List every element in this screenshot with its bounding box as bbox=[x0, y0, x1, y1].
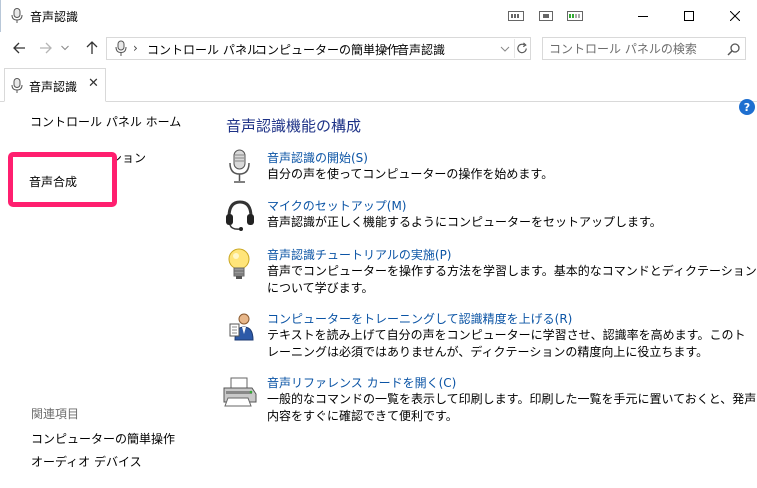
arrow-up-icon bbox=[86, 41, 98, 54]
search-icon[interactable] bbox=[727, 42, 741, 56]
search-box[interactable] bbox=[542, 37, 746, 60]
related-header: 関連項目 bbox=[31, 407, 80, 421]
highlight-box: 音声合成 bbox=[8, 152, 117, 207]
title-bar: 音声認識 bbox=[0, 0, 757, 32]
refresh-icon[interactable] bbox=[514, 39, 530, 58]
maximize-button[interactable] bbox=[666, 0, 712, 32]
speech-tutorial-link[interactable]: 音声認識チュートリアルの実施(P) bbox=[267, 246, 451, 263]
back-button[interactable] bbox=[9, 38, 29, 58]
page-title: 音声認識機能の構成 bbox=[226, 117, 362, 135]
navigation-bar: › コントロール パネル › コンピューターの簡単操作 › 音声認識 bbox=[0, 32, 757, 64]
breadcrumb-separator: › bbox=[242, 41, 247, 55]
tab-label: 音声認識 bbox=[29, 80, 78, 94]
level-meter-icon bbox=[567, 11, 583, 21]
window-title: 音声認識 bbox=[30, 10, 79, 24]
lightbulb-icon bbox=[228, 248, 250, 279]
close-icon[interactable]: ✕ bbox=[88, 76, 99, 91]
minimize-icon bbox=[638, 16, 648, 17]
up-button[interactable] bbox=[82, 38, 102, 58]
close-button[interactable] bbox=[712, 0, 757, 32]
microphone-icon bbox=[229, 149, 250, 183]
item-description: 自分の声を使ってコンピューターの操作を始めます。 bbox=[267, 167, 554, 181]
maximize-icon bbox=[684, 11, 694, 21]
volume-bar-icon bbox=[508, 11, 524, 21]
printer-icon bbox=[223, 377, 257, 407]
chevron-down-icon bbox=[61, 45, 69, 51]
window-mode-icon bbox=[539, 11, 553, 21]
help-icon[interactable]: ? bbox=[739, 99, 755, 115]
user-training-icon bbox=[229, 313, 254, 341]
item-description: 音声認識が正しく機能するようにコンピューターをセットアップします。 bbox=[267, 215, 662, 229]
control-panel-home-link[interactable]: コントロール パネル ホーム bbox=[30, 113, 181, 130]
arrow-right-icon bbox=[40, 42, 52, 54]
item-description: 一般的なコマンドの一覧を表示して印刷します。印刷した一覧を手元に置いておくと、発… bbox=[267, 392, 757, 423]
recent-locations-button[interactable] bbox=[58, 38, 72, 58]
breadcrumb-speech-recognition[interactable]: 音声認識 bbox=[397, 41, 445, 58]
close-icon bbox=[730, 11, 740, 21]
headset-icon bbox=[226, 200, 254, 231]
microphone-icon bbox=[115, 40, 127, 56]
search-input[interactable] bbox=[549, 40, 719, 57]
forward-button[interactable] bbox=[36, 38, 56, 58]
reference-card-link[interactable]: 音声リファレンス カードを開く(C) bbox=[267, 374, 456, 391]
microphone-icon bbox=[11, 78, 23, 93]
related-ease-of-access-link[interactable]: コンピューターの簡単操作 bbox=[31, 430, 175, 447]
tab-strip: 音声認識 ✕ bbox=[0, 64, 757, 102]
start-speech-recognition-link[interactable]: 音声認識の開始(S) bbox=[267, 149, 368, 166]
arrow-left-icon bbox=[13, 42, 25, 54]
breadcrumb-ease-of-access[interactable]: コンピューターの簡単操作 bbox=[255, 41, 399, 58]
related-audio-devices-link[interactable]: オーディオ デバイス bbox=[31, 453, 142, 470]
voice-training-link[interactable]: コンピューターをトレーニングして認識精度を上げる(R) bbox=[267, 310, 572, 327]
microphone-setup-link[interactable]: マイクのセットアップ(M) bbox=[267, 197, 406, 214]
chevron-down-icon[interactable] bbox=[499, 41, 511, 57]
address-bar[interactable]: › コントロール パネル › コンピューターの簡単操作 › 音声認識 bbox=[106, 37, 531, 60]
breadcrumb-separator: › bbox=[384, 41, 389, 55]
breadcrumb-separator: › bbox=[133, 41, 138, 55]
text-to-speech-link[interactable]: 音声合成 bbox=[29, 173, 77, 190]
item-description: 音声でコンピューターを操作する方法を学習します。基本的なコマンドとディクテーショ… bbox=[267, 264, 757, 295]
microphone-icon bbox=[11, 8, 23, 23]
minimize-button[interactable] bbox=[620, 0, 666, 32]
tab-speech-recognition[interactable]: 音声認識 ✕ bbox=[4, 68, 106, 102]
item-description: テキストを読み上げて自分の声をコンピューターに学習させ、認識率を高めます。このト… bbox=[267, 328, 746, 359]
